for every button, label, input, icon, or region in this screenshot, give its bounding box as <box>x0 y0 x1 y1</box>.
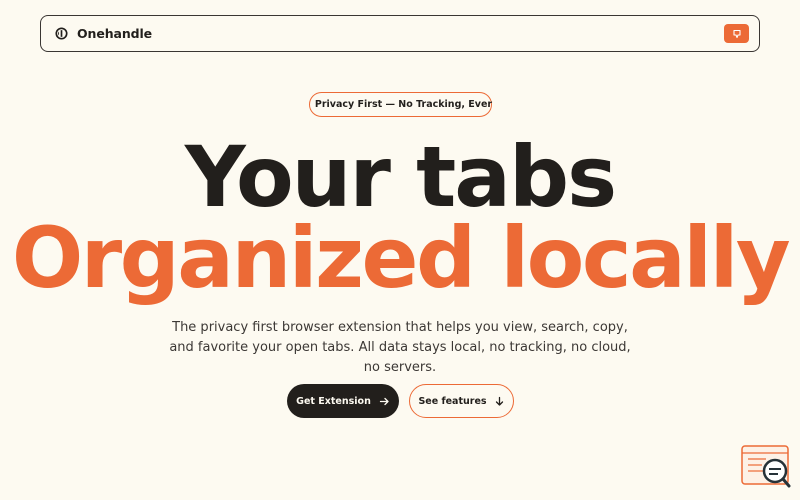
privacy-badge: Privacy First — No Tracking, Ever <box>309 92 492 117</box>
landing-page: Onehandle Privacy First — No Tracking, E… <box>0 0 800 500</box>
onehandle-logo-icon <box>55 27 68 40</box>
arrow-down-icon <box>495 396 503 406</box>
get-extension-label: Get Extension <box>296 395 371 407</box>
extension-button[interactable] <box>724 24 749 43</box>
extension-icon <box>732 29 741 38</box>
floating-search-widget[interactable] <box>740 444 792 490</box>
get-extension-button[interactable]: Get Extension <box>287 384 399 418</box>
badge-text: Privacy First — No Tracking, Ever <box>314 99 493 110</box>
hero-heading-line2: Organized locally <box>11 209 791 307</box>
brand-link[interactable]: Onehandle <box>55 26 152 41</box>
hero-description: The privacy first browser extension that… <box>169 320 631 375</box>
see-features-label: See features <box>418 395 487 407</box>
brand-name: Onehandle <box>77 26 153 41</box>
top-navbar: Onehandle <box>40 15 760 52</box>
see-features-button[interactable]: See features <box>409 384 514 418</box>
search-chat-icon <box>741 445 791 488</box>
arrow-right-icon <box>379 397 389 405</box>
